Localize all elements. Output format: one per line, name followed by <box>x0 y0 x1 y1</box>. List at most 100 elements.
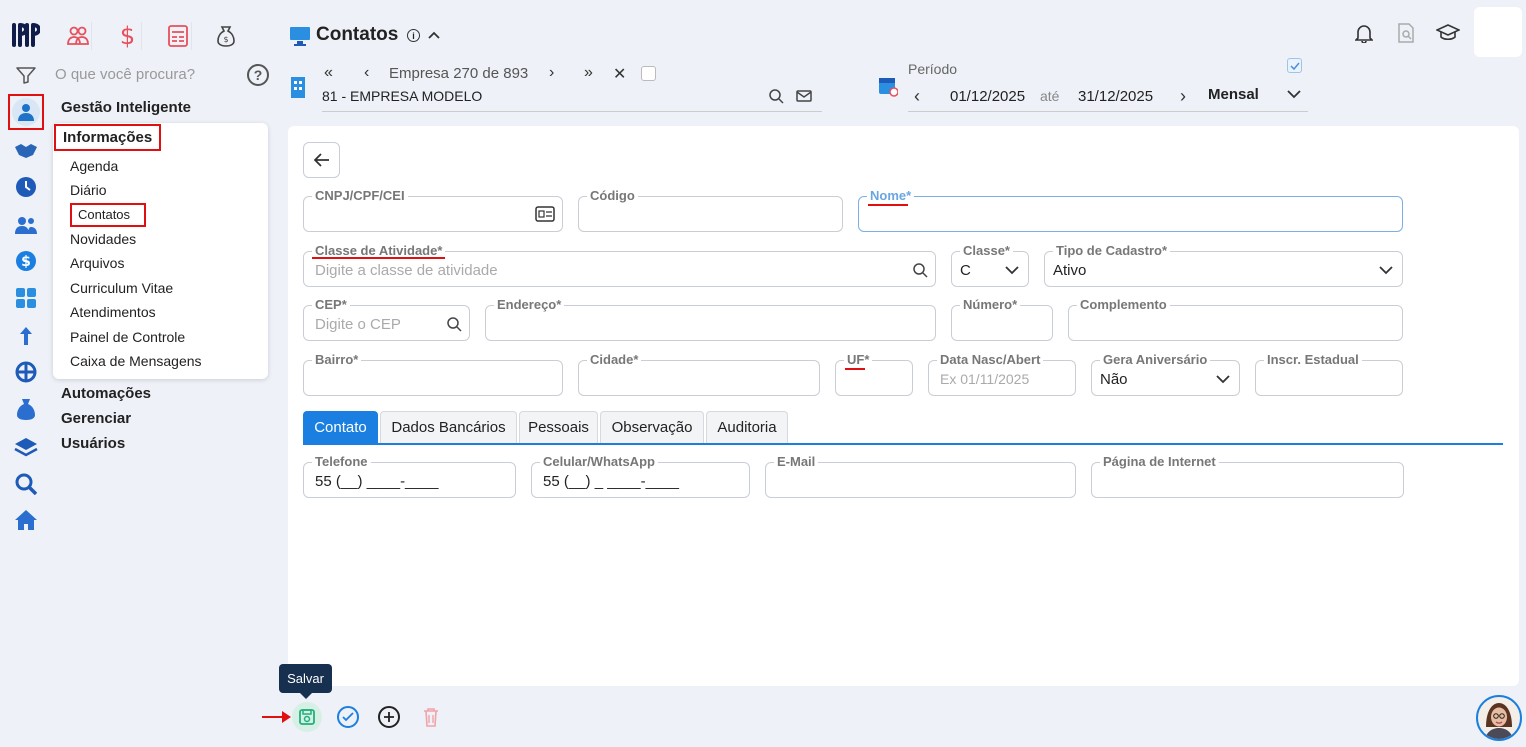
calculator-module-icon[interactable] <box>164 22 192 50</box>
tab-observacao[interactable]: Observação <box>600 411 704 443</box>
clock-icon[interactable] <box>10 171 42 203</box>
network-icon[interactable] <box>10 356 42 388</box>
money-bag-module-icon[interactable]: $ <box>212 22 240 50</box>
calculator-icon[interactable] <box>10 282 42 314</box>
sidebar-item-caixa-de-mensagens[interactable]: Caixa de Mensagens <box>70 353 202 369</box>
search-input[interactable]: O que você procura? <box>55 66 195 83</box>
company-checkbox[interactable] <box>641 66 656 81</box>
celular-field[interactable]: Celular/WhatsApp 55 (__) _ ____-____ <box>531 454 750 498</box>
bell-icon[interactable] <box>1353 22 1375 44</box>
inscr-estadual-field[interactable]: Inscr. Estadual <box>1255 352 1403 396</box>
period-end[interactable]: 31/12/2025 <box>1078 88 1153 105</box>
home-icon[interactable] <box>10 504 42 536</box>
email-field[interactable]: E-Mail <box>765 454 1076 498</box>
trash-icon[interactable] <box>421 706 441 728</box>
prev-company-button[interactable]: ‹ <box>364 64 369 82</box>
chevron-down-icon[interactable] <box>1285 86 1303 102</box>
save-button[interactable] <box>292 702 322 732</box>
avatar[interactable] <box>1476 695 1522 741</box>
period-next-button[interactable]: › <box>1180 86 1186 107</box>
classe-search-icon[interactable] <box>911 261 929 279</box>
next-company-button[interactable]: › <box>549 64 554 82</box>
graduation-cap-icon[interactable] <box>1435 22 1461 44</box>
group-module-icon[interactable] <box>64 22 92 50</box>
complemento-field[interactable]: Complemento <box>1068 297 1403 341</box>
growth-icon[interactable] <box>10 320 42 352</box>
sidebar-item-agenda[interactable]: Agenda <box>70 158 118 174</box>
dollar-module-icon[interactable]: $ <box>114 22 142 50</box>
sidebar-item-arquivos[interactable]: Arquivos <box>70 255 124 271</box>
cep-search-icon[interactable] <box>445 315 463 333</box>
document-search-icon[interactable] <box>1395 22 1417 44</box>
sidebar-item-painel-de-controle[interactable]: Painel de Controle <box>70 329 185 345</box>
money-bag-icon[interactable] <box>10 393 42 425</box>
classe-atividade-placeholder: Digite a classe de atividade <box>315 262 498 279</box>
data-nasc-placeholder: Ex 01/11/2025 <box>940 371 1030 387</box>
cidade-field[interactable]: Cidade* <box>578 352 820 396</box>
filter-icon[interactable] <box>14 64 38 86</box>
period-underline <box>908 111 1308 112</box>
period-separator: até <box>1040 88 1060 104</box>
first-company-button[interactable]: « <box>324 64 333 82</box>
pagina-internet-field[interactable]: Página de Internet <box>1091 454 1404 498</box>
menu-automacoes[interactable]: Automações <box>61 385 151 402</box>
sidebar-item-curriculum-vitae[interactable]: Curriculum Vitae <box>70 280 173 296</box>
telefone-label: Telefone <box>312 454 371 470</box>
search-icon[interactable] <box>767 87 785 105</box>
mail-icon[interactable] <box>795 87 813 105</box>
classe-select[interactable]: Classe* C <box>951 243 1029 287</box>
search-zoom-icon[interactable] <box>10 468 42 500</box>
numero-field[interactable]: Número* <box>951 297 1053 341</box>
menu-gerenciar[interactable]: Gerenciar <box>61 410 131 427</box>
tipo-chevron-down-icon[interactable] <box>1378 264 1394 276</box>
app-logo[interactable] <box>12 20 40 50</box>
tab-contato[interactable]: Contato <box>303 411 378 443</box>
period-mode-select[interactable]: Mensal <box>1208 86 1259 103</box>
sidebar-item-contatos[interactable]: Contatos <box>78 207 130 222</box>
close-icon[interactable]: ✕ <box>613 64 626 84</box>
gera-aniversario-label: Gera Aniversário <box>1100 352 1211 368</box>
chevron-up-icon[interactable] <box>425 26 443 44</box>
gera-aniversario-select[interactable]: Gera Aniversário Não <box>1091 352 1240 396</box>
cep-field[interactable]: CEP* Digite o CEP <box>303 297 470 341</box>
bairro-field[interactable]: Bairro* <box>303 352 563 396</box>
back-button[interactable] <box>303 142 340 178</box>
period-prev-button[interactable]: ‹ <box>914 86 920 107</box>
telefone-field[interactable]: Telefone 55 (__) ____-____ <box>303 454 516 498</box>
classe-value: C <box>960 262 971 279</box>
period-start[interactable]: 01/12/2025 <box>950 88 1025 105</box>
period-checkbox[interactable] <box>1287 58 1302 73</box>
arrow-annotation <box>262 716 284 718</box>
confirm-check-icon[interactable] <box>337 706 359 728</box>
data-nasc-field[interactable]: Data Nasc/Abert Ex 01/11/2025 <box>928 352 1076 396</box>
info-icon[interactable]: i <box>407 29 420 42</box>
help-icon[interactable]: ? <box>247 64 269 86</box>
endereco-field[interactable]: Endereço* <box>485 297 936 341</box>
user-info-icon[interactable] <box>8 94 44 130</box>
add-icon[interactable] <box>378 706 400 728</box>
menu-usuarios[interactable]: Usuários <box>61 435 125 452</box>
uf-field[interactable]: UF* <box>835 352 913 396</box>
menu-informacoes[interactable]: Informações <box>63 129 152 146</box>
sidebar-item-atendimentos[interactable]: Atendimentos <box>70 304 156 320</box>
user-card-placeholder[interactable] <box>1474 7 1522 57</box>
people-icon[interactable] <box>10 209 42 241</box>
id-card-icon[interactable] <box>534 205 556 223</box>
sidebar-item-novidades[interactable]: Novidades <box>70 231 136 247</box>
tab-auditoria[interactable]: Auditoria <box>706 411 788 443</box>
handshake-icon[interactable] <box>10 135 42 167</box>
dollar-icon[interactable]: $ <box>10 245 42 277</box>
tab-pessoais[interactable]: Pessoais <box>519 411 598 443</box>
menu-gestao-inteligente[interactable]: Gestão Inteligente <box>61 99 191 116</box>
tipo-cadastro-select[interactable]: Tipo de Cadastro* Ativo <box>1044 243 1403 287</box>
last-company-button[interactable]: » <box>584 64 593 82</box>
layers-icon[interactable] <box>10 431 42 463</box>
cnpj-field[interactable]: CNPJ/CPF/CEI <box>303 188 563 232</box>
tab-dados-bancarios[interactable]: Dados Bancários <box>380 411 517 443</box>
codigo-field[interactable]: Código <box>578 188 843 232</box>
inscr-estadual-label: Inscr. Estadual <box>1264 352 1362 368</box>
nome-field[interactable]: Nome* <box>858 188 1403 232</box>
classe-chevron-down-icon[interactable] <box>1004 264 1020 276</box>
aniversario-chevron-down-icon[interactable] <box>1215 373 1231 385</box>
sidebar-item-diario[interactable]: Diário <box>70 182 107 198</box>
